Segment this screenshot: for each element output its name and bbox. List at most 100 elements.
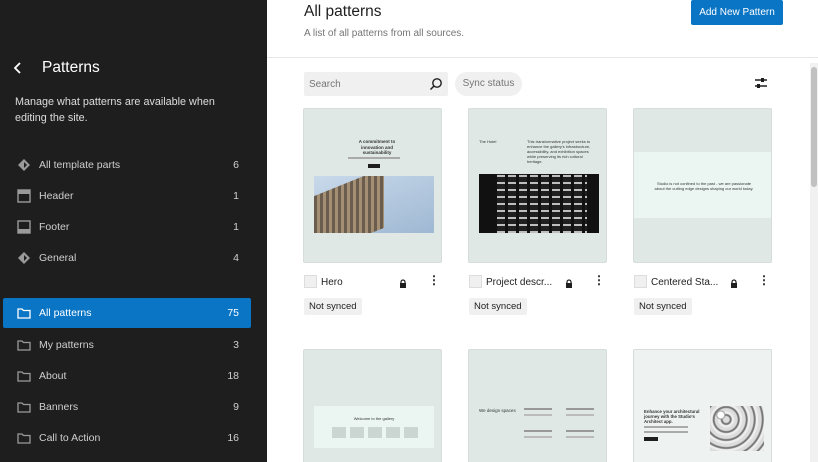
sidebar-item-label: About	[39, 370, 67, 382]
sidebar-item-header[interactable]: Header 1	[3, 181, 251, 211]
preview-block	[404, 427, 418, 438]
sidebar-item-banners[interactable]: Banners 9	[3, 392, 251, 422]
preview-text: Studio is not confined to the past - we …	[654, 181, 754, 191]
preview-line	[566, 414, 594, 416]
folder-icon	[16, 430, 32, 446]
sidebar-item-footer[interactable]: Footer 1	[3, 212, 251, 242]
diamond-icon	[16, 250, 32, 266]
pattern-card-centered-statement[interactable]: Studio is not confined to the past - we …	[633, 108, 772, 263]
sidebar-description: Manage what patterns are available when …	[15, 96, 215, 124]
scrollbar-thumb[interactable]	[811, 67, 817, 187]
folder-icon	[16, 337, 32, 353]
search-icon	[428, 76, 444, 97]
sidebar-item-count: 9	[233, 401, 239, 413]
settings-sliders-icon[interactable]	[753, 76, 769, 95]
more-options-icon[interactable]: ⋮	[428, 273, 440, 287]
preview-line	[566, 408, 594, 410]
folder-icon	[16, 368, 32, 384]
sidebar-item-general[interactable]: General 4	[3, 243, 251, 273]
sync-badge: Not synced	[469, 298, 527, 315]
search-input[interactable]: Search	[304, 72, 448, 96]
pattern-name: Hero	[321, 277, 343, 288]
sidebar-item-count: 6	[233, 159, 239, 171]
sidebar-item-label: My patterns	[39, 339, 94, 351]
sidebar-item-count: 16	[227, 432, 239, 444]
preview-text	[348, 157, 400, 159]
preview-line	[524, 436, 552, 438]
sidebar-item-count: 3	[233, 339, 239, 351]
preview-line	[644, 426, 688, 428]
preview-line	[524, 414, 552, 416]
pattern-card-hero[interactable]: A commitment to innovation and sustainab…	[303, 108, 442, 263]
select-checkbox[interactable]	[469, 275, 482, 288]
sidebar: Patterns Manage what patterns are availa…	[0, 0, 267, 462]
back-arrow-icon[interactable]	[11, 60, 25, 76]
preview-line	[524, 430, 552, 432]
preview-line	[524, 408, 552, 410]
preview-block	[332, 427, 346, 438]
page-header: All patterns A list of all patterns from…	[267, 0, 818, 58]
pattern-name: Project descr...	[486, 277, 553, 288]
more-options-icon[interactable]: ⋮	[758, 273, 770, 287]
preview-heading: Enhance your architectural journey with …	[644, 409, 700, 424]
sidebar-item-label: All template parts	[39, 159, 121, 171]
preview-line	[566, 430, 594, 432]
pattern-card[interactable]: Welcome to the gallery	[303, 349, 442, 462]
lock-icon	[730, 276, 738, 294]
preview-heading: A commitment to innovation and sustainab…	[358, 139, 396, 155]
preview-block	[386, 427, 400, 438]
sidebar-title: Patterns	[42, 59, 100, 76]
footer-icon	[16, 219, 32, 235]
preview-text: This transformative project seeks to enh…	[527, 139, 591, 164]
sidebar-item-label: Call to Action	[39, 432, 101, 444]
lock-icon	[399, 276, 407, 294]
lock-icon	[565, 276, 573, 294]
sidebar-item-label: Header	[39, 190, 74, 202]
pattern-card[interactable]: Enhance your architectural journey with …	[633, 349, 772, 462]
page-subtitle: A list of all patterns from all sources.	[304, 28, 465, 39]
app-window: Patterns Manage what patterns are availa…	[0, 0, 818, 462]
sidebar-item-all-patterns[interactable]: All patterns 75	[3, 298, 251, 328]
pattern-card-project-description[interactable]: The Hotel This transformative project se…	[468, 108, 607, 263]
add-new-pattern-button[interactable]: Add New Pattern	[691, 0, 783, 25]
preview-block	[350, 427, 364, 438]
page-title: All patterns	[304, 3, 382, 20]
pattern-name: Centered Sta...	[651, 277, 719, 288]
preview-image	[479, 174, 599, 233]
preview-button	[368, 164, 380, 168]
preview-image	[314, 176, 434, 233]
sidebar-item-all-template-parts[interactable]: All template parts 6	[3, 150, 251, 180]
sidebar-item-my-patterns[interactable]: My patterns 3	[3, 330, 251, 360]
preview-block	[368, 427, 382, 438]
diamond-icon	[16, 157, 32, 173]
search-placeholder: Search	[309, 79, 341, 90]
preview-text: We design spaces	[479, 408, 516, 413]
more-options-icon[interactable]: ⋮	[593, 273, 605, 287]
folder-icon	[16, 305, 32, 321]
sidebar-item-count: 1	[233, 221, 239, 233]
sync-status-filter[interactable]: Sync status	[455, 72, 522, 96]
sync-badge: Not synced	[634, 298, 692, 315]
preview-button	[644, 437, 658, 441]
sidebar-item-count: 18	[227, 370, 239, 382]
header-icon	[16, 188, 32, 204]
sidebar-item-call-to-action[interactable]: Call to Action 16	[3, 423, 251, 453]
preview-text: Welcome to the gallery	[353, 416, 395, 421]
sidebar-item-label: General	[39, 252, 77, 264]
select-checkbox[interactable]	[634, 275, 647, 288]
sync-badge: Not synced	[304, 298, 362, 315]
preview-line	[566, 436, 594, 438]
sidebar-item-about[interactable]: About 18	[3, 361, 251, 391]
main-content: All patterns A list of all patterns from…	[267, 0, 818, 462]
sidebar-item-label: Banners	[39, 401, 79, 413]
preview-image	[710, 406, 764, 451]
sidebar-item-label: Footer	[39, 221, 70, 233]
folder-icon	[16, 399, 32, 415]
preview-line	[644, 431, 688, 433]
sidebar-item-count: 1	[233, 190, 239, 202]
preview-left-text: The Hotel	[479, 139, 497, 144]
sidebar-item-count: 75	[227, 307, 239, 319]
select-checkbox[interactable]	[304, 275, 317, 288]
sidebar-item-label: All patterns	[39, 307, 92, 319]
pattern-card[interactable]: We design spaces	[468, 349, 607, 462]
